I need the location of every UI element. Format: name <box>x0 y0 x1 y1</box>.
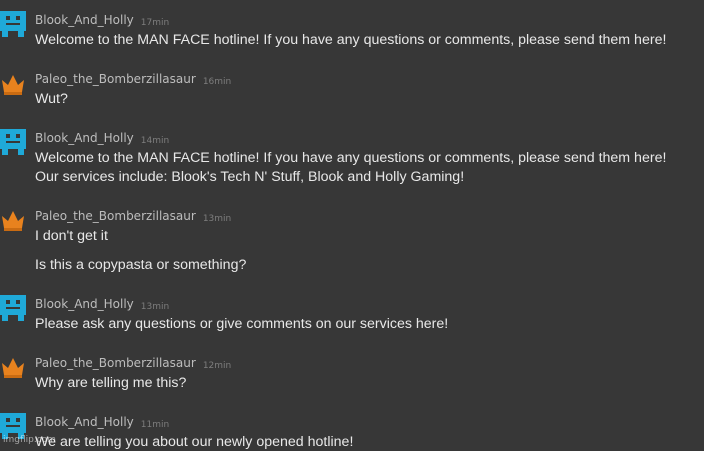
username[interactable]: Blook_And_Holly <box>35 13 134 27</box>
message-header: Blook_And_Holly 17min <box>35 13 169 30</box>
timestamp: 13min <box>140 302 170 312</box>
message-text: Welcome to the MAN FACE hotline! If you … <box>35 32 667 48</box>
orange-crown-icon[interactable] <box>0 71 26 97</box>
message-header: Blook_And_Holly 14min <box>35 131 169 148</box>
timestamp: 16min <box>202 77 232 87</box>
username[interactable]: Blook_And_Holly <box>35 297 134 311</box>
username[interactable]: Paleo_the_Bomberzillasaur <box>35 209 196 223</box>
orange-crown-icon[interactable] <box>0 354 26 380</box>
message-text: Why are telling me this? <box>35 375 187 391</box>
username[interactable]: Paleo_the_Bomberzillasaur <box>35 72 196 86</box>
blue-pixel-robot-icon[interactable] <box>0 11 26 37</box>
message-text: Wut? <box>35 91 68 107</box>
blue-pixel-robot-icon[interactable] <box>0 295 26 321</box>
orange-crown-icon[interactable] <box>0 207 26 233</box>
message-text: Please ask any questions or give comment… <box>35 316 449 332</box>
username[interactable]: Blook_And_Holly <box>35 415 134 429</box>
message-text: Welcome to the MAN FACE hotline! If you … <box>35 150 667 166</box>
timestamp: 11min <box>140 420 170 430</box>
message-header: Blook_And_Holly 13min <box>35 297 169 314</box>
message-header: Paleo_the_Bomberzillasaur 16min <box>35 72 231 89</box>
timestamp: 13min <box>202 214 232 224</box>
blue-pixel-robot-icon[interactable] <box>0 129 26 155</box>
timestamp: 14min <box>140 136 170 146</box>
timestamp: 17min <box>140 18 170 28</box>
message-header: Paleo_the_Bomberzillasaur 13min <box>35 209 231 226</box>
chat-message-list: Blook_And_Holly 17min Welcome to the MAN … <box>0 0 704 450</box>
message-text: Is this a copypasta or something? <box>35 257 247 273</box>
message-text: I don't get it <box>35 228 108 244</box>
message-header: Blook_And_Holly 11min <box>35 415 169 432</box>
timestamp: 12min <box>202 361 232 371</box>
message-header: Paleo_the_Bomberzillasaur 12min <box>35 356 231 373</box>
message-text: Our services include: Blook's Tech N' St… <box>35 169 465 185</box>
watermark: imgflip.com <box>3 435 56 445</box>
username[interactable]: Blook_And_Holly <box>35 131 134 145</box>
message-text: We are telling you about our newly opene… <box>35 434 354 450</box>
username[interactable]: Paleo_the_Bomberzillasaur <box>35 356 196 370</box>
